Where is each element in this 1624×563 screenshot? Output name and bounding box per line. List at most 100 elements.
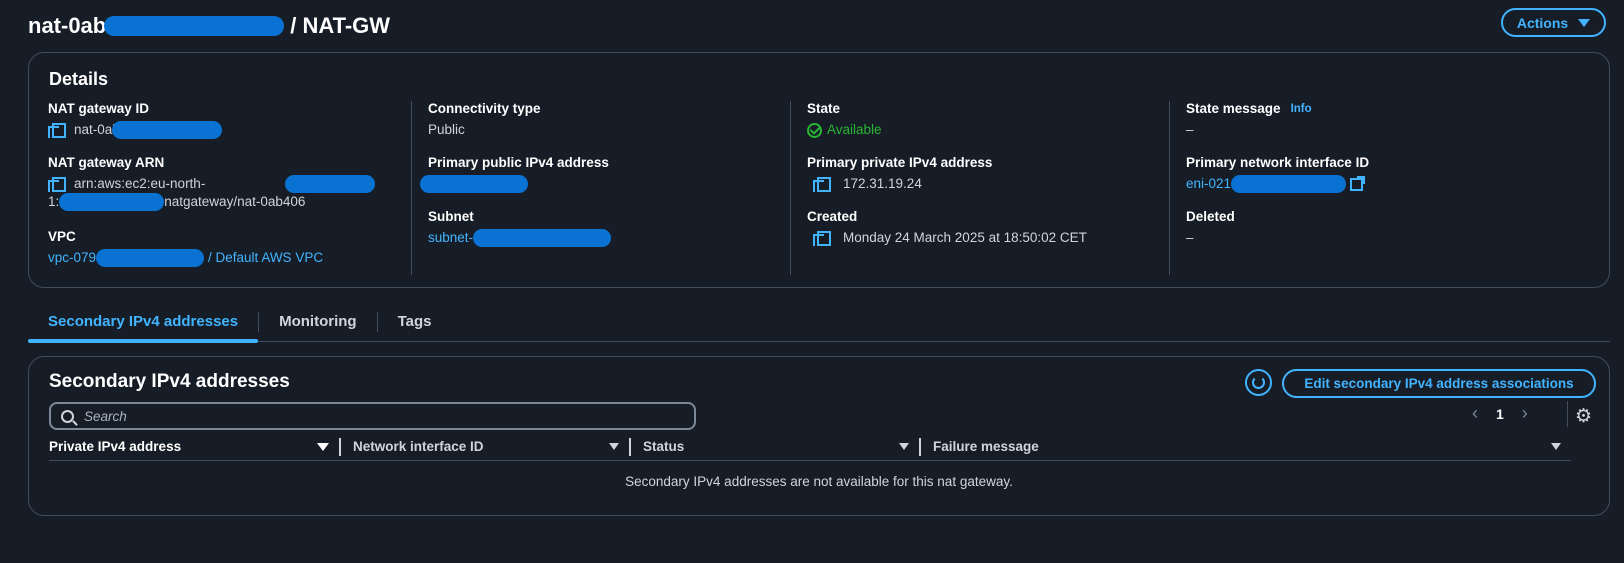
created-text: Monday 24 March 2025 at 18:50:02 CET (843, 230, 1087, 245)
sort-icon[interactable] (1551, 443, 1561, 450)
column-header-private-ipv4[interactable]: Private IPv4 address (49, 436, 339, 458)
tab-monitoring[interactable]: Monitoring (259, 302, 376, 342)
copy-icon[interactable] (48, 123, 66, 138)
nat-gateway-id-label: NAT gateway ID (48, 101, 150, 116)
sort-icon[interactable] (899, 443, 909, 450)
column-header-status[interactable]: Status (629, 436, 919, 458)
vpc-link-suffix[interactable]: / Default AWS VPC (208, 249, 323, 267)
redaction-mark (420, 175, 528, 193)
tab-tags[interactable]: Tags (378, 302, 452, 342)
private-ip-value: 172.31.19.24 (807, 175, 1177, 193)
details-column-1: NAT gateway ID nat-0ab NAT gateway ARN a… (48, 101, 408, 275)
copy-icon[interactable] (48, 177, 66, 192)
subnet-value: subnet- (428, 229, 798, 247)
public-ip-field: Primary public IPv4 address (420, 155, 798, 193)
redaction-mark (59, 193, 165, 211)
chevron-right-icon[interactable]: › (1522, 403, 1528, 424)
redaction-mark (285, 175, 376, 193)
state-field: State Available (807, 101, 1177, 139)
nat-gateway-arn-line2b: natgateway/nat-0ab406 (164, 194, 306, 209)
nat-gateway-arn-field: NAT gateway ARN arn:aws:ec2:eu-north- 1:… (48, 155, 418, 211)
connectivity-type-value: Public (428, 122, 465, 137)
page-title: nat-0ab / NAT-GW (28, 13, 390, 39)
private-ip-label: Primary private IPv4 address (807, 155, 993, 170)
private-ip-text: 172.31.19.24 (843, 176, 922, 191)
caret-down-icon (1578, 18, 1591, 27)
redaction-mark (473, 229, 612, 247)
tab-secondary-ipv4[interactable]: Secondary IPv4 addresses (28, 302, 259, 343)
state-value: Available (807, 121, 1177, 139)
external-link-icon[interactable] (1350, 175, 1366, 191)
pagination-divider (1567, 401, 1568, 427)
nat-gateway-id-field: NAT gateway ID nat-0ab (48, 101, 418, 139)
details-column-3: State Available Primary private IPv4 add… (790, 101, 1169, 275)
search-icon (61, 409, 74, 423)
nat-gateway-arn-line2a: 1: (48, 194, 60, 209)
nat-gateway-arn-value-line2: 1: natgateway/nat-0ab406 (48, 193, 418, 211)
eni-link[interactable]: eni-021 (1186, 175, 1231, 193)
page-title-prefix: nat-0ab (28, 13, 107, 38)
column-header-label: Failure message (933, 439, 1039, 454)
chevron-left-icon[interactable]: ‹ (1472, 403, 1478, 424)
redaction-mark (104, 16, 285, 36)
state-message-label-text: State message (1186, 101, 1281, 116)
vpc-label: VPC (48, 229, 76, 244)
column-header-label: Status (643, 439, 685, 454)
secondary-ipv4-panel: Secondary IPv4 addresses Edit secondary … (28, 356, 1610, 516)
eni-field: Primary network interface ID eni-021 (1186, 155, 1556, 193)
sort-icon[interactable] (609, 443, 619, 450)
nat-gateway-id-value: nat-0ab (48, 121, 418, 139)
connectivity-type-label: Connectivity type (428, 101, 541, 116)
details-panel: Details NAT gateway ID nat-0ab NAT gatew… (28, 52, 1610, 288)
pagination: ‹ 1 › (1472, 403, 1528, 424)
state-label: State (807, 101, 841, 116)
tab-bar: Secondary IPv4 addresses Monitoring Tags (28, 302, 1610, 343)
secondary-ipv4-heading: Secondary IPv4 addresses (49, 371, 290, 392)
created-field: Created Monday 24 March 2025 at 18:50:02… (807, 209, 1177, 247)
redaction-mark (111, 121, 222, 139)
copy-icon[interactable] (813, 177, 831, 192)
nat-gateway-arn-value: arn:aws:ec2:eu-north- (48, 175, 418, 193)
info-link[interactable]: Info (1291, 103, 1312, 115)
column-header-network-interface[interactable]: Network interface ID (339, 436, 629, 458)
gear-icon[interactable]: ⚙ (1575, 405, 1592, 428)
eni-value: eni-021 (1186, 175, 1556, 193)
empty-table-message: Secondary IPv4 addresses are not availab… (625, 474, 1013, 489)
subnet-field: Subnet subnet- (428, 209, 798, 247)
state-message-value: – (1186, 122, 1194, 137)
page-title-suffix: / NAT-GW (290, 13, 391, 38)
deleted-label: Deleted (1186, 209, 1235, 224)
subnet-label: Subnet (428, 209, 474, 224)
refresh-icon (1252, 376, 1265, 389)
public-ip-value (420, 175, 798, 193)
state-message-field: State message Info – (1186, 101, 1556, 139)
public-ip-label: Primary public IPv4 address (428, 155, 609, 170)
sort-icon[interactable] (317, 442, 329, 451)
eni-label: Primary network interface ID (1186, 155, 1370, 170)
column-header-label: Private IPv4 address (49, 439, 182, 454)
column-header-failure-message[interactable]: Failure message (919, 436, 1571, 458)
actions-label: Actions (1516, 14, 1569, 31)
refresh-button[interactable] (1245, 369, 1272, 396)
deleted-field: Deleted – (1186, 209, 1556, 247)
page-header: nat-0ab / NAT-GW (28, 8, 390, 44)
actions-button[interactable]: Actions (1501, 8, 1606, 37)
private-ip-field: Primary private IPv4 address 172.31.19.2… (807, 155, 1177, 193)
check-circle-icon (807, 122, 822, 138)
search-input[interactable] (84, 408, 644, 424)
subnet-link[interactable]: subnet- (428, 229, 473, 247)
created-value: Monday 24 March 2025 at 18:50:02 CET (807, 229, 1177, 247)
page-number[interactable]: 1 (1496, 406, 1504, 422)
table-header: Private IPv4 address Network interface I… (49, 433, 1571, 461)
redaction-mark (96, 249, 205, 267)
deleted-value: – (1186, 230, 1194, 245)
vpc-link[interactable]: vpc-079 (48, 249, 96, 267)
nat-gateway-arn-line1: arn:aws:ec2:eu-north- (74, 176, 206, 191)
details-column-4: State message Info – Primary network int… (1169, 101, 1589, 275)
vpc-field: VPC vpc-079 / Default AWS VPC (48, 229, 418, 267)
search-field[interactable] (49, 402, 696, 430)
edit-associations-button[interactable]: Edit secondary IPv4 address associations (1282, 369, 1596, 398)
copy-icon[interactable] (813, 231, 831, 246)
state-text: Available (827, 122, 882, 137)
vpc-value: vpc-079 / Default AWS VPC (48, 249, 418, 267)
